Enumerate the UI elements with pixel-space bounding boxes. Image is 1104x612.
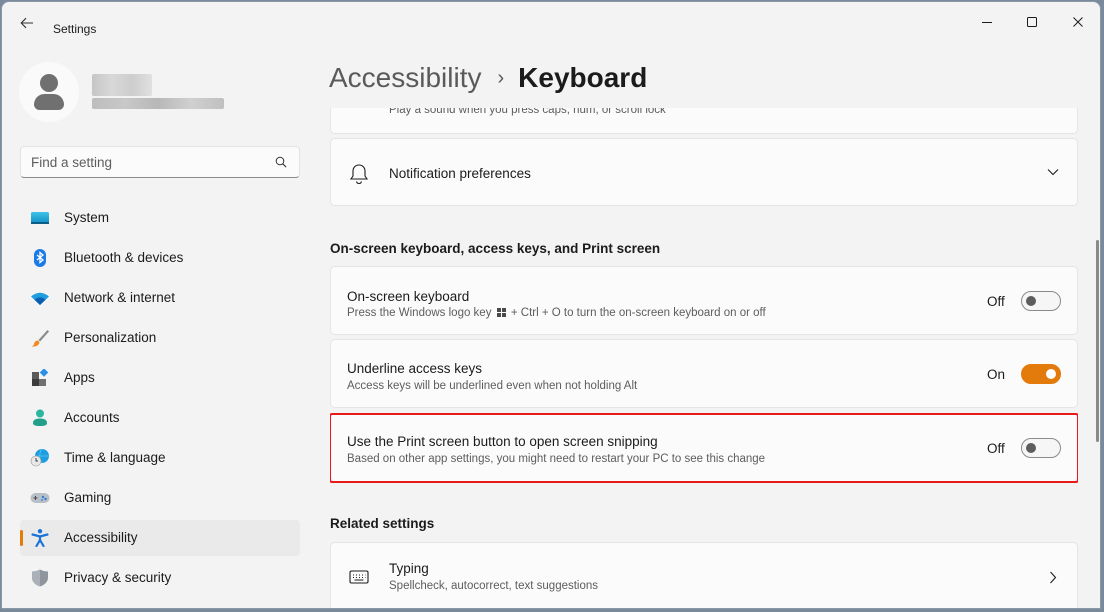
system-icon [31, 212, 49, 224]
wifi-icon [31, 292, 49, 305]
card-title: Typing [389, 561, 429, 576]
maximize-icon [1027, 17, 1037, 27]
card-title: Notification preferences [389, 166, 531, 181]
breadcrumb: Accessibility › Keyboard [329, 62, 647, 94]
sidebar-item-label: Personalization [64, 330, 157, 345]
sidebar-nav: System Bluetooth & devices Network & int… [20, 200, 300, 600]
card-title: Underline access keys [347, 361, 483, 376]
avatar-body-icon [34, 94, 64, 110]
settings-content: Play a sound when you press caps, num, o… [330, 108, 1078, 608]
sidebar-item-network[interactable]: Network & internet [20, 280, 300, 316]
section-heading: On-screen keyboard, access keys, and Pri… [330, 241, 661, 256]
app-title: Settings [53, 22, 97, 36]
description-post: + Ctrl + O to turn the on-screen keyboar… [510, 307, 766, 319]
settings-window: Settings System Bluetooth & device [1, 1, 1101, 609]
on-screen-keyboard-toggle[interactable] [1021, 291, 1061, 311]
minimize-icon [982, 22, 992, 23]
related-typing-card[interactable]: Typing Spellcheck, autocorrect, text sug… [330, 542, 1078, 608]
sidebar-item-label: System [64, 210, 110, 225]
chevron-right-icon [1050, 571, 1057, 584]
print-screen-snipping-card: Use the Print screen button to open scre… [330, 413, 1078, 482]
underline-access-keys-card: Underline access keys Access keys will b… [330, 339, 1078, 408]
bell-icon [349, 164, 369, 185]
sidebar-item-bluetooth[interactable]: Bluetooth & devices [20, 240, 300, 276]
maximize-button[interactable] [1009, 7, 1055, 37]
profile-email-blurred [92, 98, 224, 109]
search-icon[interactable] [275, 156, 287, 168]
card-description: Based on other app settings, you might n… [347, 453, 766, 465]
gamepad-icon [30, 493, 50, 503]
on-screen-keyboard-card: On-screen keyboard Press the Windows log… [330, 266, 1078, 335]
shield-icon [32, 569, 48, 587]
toggle-knob [1046, 369, 1056, 379]
sidebar-item-label: Accessibility [64, 530, 138, 545]
card-title: On-screen keyboard [347, 289, 470, 304]
accounts-icon [33, 409, 47, 426]
print-screen-snipping-toggle[interactable] [1021, 438, 1061, 458]
sidebar-item-label: Bluetooth & devices [64, 250, 184, 265]
sidebar-item-label: Gaming [64, 490, 112, 505]
profile-name-blurred [92, 74, 152, 96]
sidebar-item-time-language[interactable]: Time & language [20, 440, 300, 476]
card-description: Press the Windows logo key + Ctrl + O to… [347, 307, 766, 319]
search-input[interactable] [31, 153, 261, 171]
apps-icon [32, 369, 49, 386]
notification-preferences-card[interactable]: Notification preferences [330, 138, 1078, 206]
sidebar-item-privacy-security[interactable]: Privacy & security [20, 560, 300, 596]
sidebar-item-gaming[interactable]: Gaming [20, 480, 300, 516]
bluetooth-icon [34, 249, 46, 267]
toggle-group: On [987, 364, 1061, 384]
paintbrush-icon [31, 330, 49, 347]
toggle-keys-card-partial[interactable]: Play a sound when you press caps, num, o… [330, 108, 1078, 134]
page-title: Keyboard [518, 62, 648, 93]
globe-clock-icon [30, 449, 49, 467]
back-button[interactable] [16, 14, 38, 32]
sidebar-item-accounts[interactable]: Accounts [20, 400, 300, 436]
accessibility-icon [31, 529, 49, 547]
sidebar-item-label: Accounts [64, 410, 120, 425]
card-description: Access keys will be underlined even when… [347, 380, 638, 392]
related-settings-heading: Related settings [330, 516, 435, 531]
sidebar-item-system[interactable]: System [20, 200, 300, 236]
description-pre: Press the Windows logo key [347, 307, 492, 319]
sidebar-item-label: Time & language [64, 450, 166, 465]
toggle-group: Off [987, 438, 1061, 458]
scrollbar[interactable] [1096, 240, 1099, 442]
card-description: Spellcheck, autocorrect, text suggestion… [389, 580, 599, 592]
back-arrow-icon [20, 17, 33, 29]
toggle-knob [1026, 443, 1036, 453]
keyboard-icon [349, 570, 369, 584]
sidebar-item-label: Privacy & security [64, 570, 172, 585]
user-profile[interactable] [19, 62, 224, 122]
sidebar-item-accessibility[interactable]: Accessibility [20, 520, 300, 556]
underline-access-keys-toggle[interactable] [1021, 364, 1061, 384]
toggle-knob [1026, 296, 1036, 306]
sidebar-item-label: Apps [64, 370, 95, 385]
search-box[interactable] [20, 146, 300, 178]
avatar [19, 62, 79, 122]
breadcrumb-separator-icon: › [497, 67, 505, 89]
sidebar-item-label: Network & internet [64, 290, 176, 305]
card-title: Use the Print screen button to open scre… [347, 434, 658, 449]
breadcrumb-parent[interactable]: Accessibility [329, 62, 481, 94]
avatar-head-icon [40, 74, 58, 92]
toggle-group: Off [987, 291, 1061, 311]
close-icon [1073, 17, 1083, 27]
windows-logo-icon [496, 308, 506, 317]
title-bar: Settings [2, 2, 1100, 42]
sidebar-item-apps[interactable]: Apps [20, 360, 300, 396]
close-button[interactable] [1055, 7, 1100, 37]
chevron-down-icon[interactable] [1047, 168, 1059, 176]
card-description: Play a sound when you press caps, num, o… [389, 108, 666, 116]
sidebar-item-personalization[interactable]: Personalization [20, 320, 300, 356]
toggle-state-label: Off [987, 440, 1005, 456]
toggle-state-label: On [987, 366, 1006, 382]
minimize-button[interactable] [964, 7, 1010, 37]
toggle-state-label: Off [987, 293, 1005, 309]
